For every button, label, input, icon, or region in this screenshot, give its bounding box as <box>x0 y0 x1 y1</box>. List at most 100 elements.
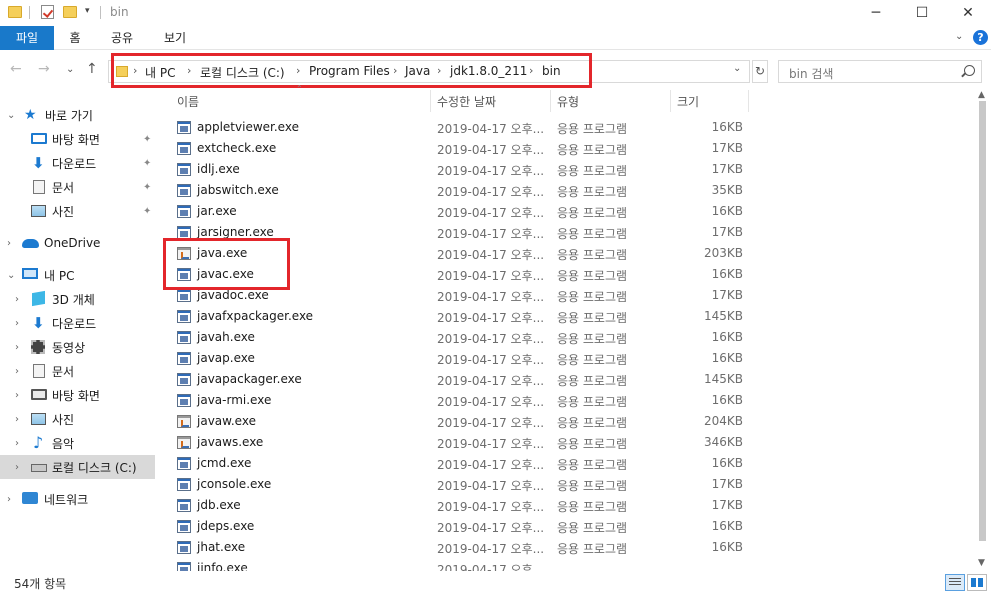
ribbon-expand-icon[interactable]: ⌄ <box>955 31 963 42</box>
file-size: 16KB <box>711 267 743 281</box>
file-type: 응용 프로그램 <box>557 395 628 409</box>
table-row[interactable]: jarsigner.exe 2019-04-17 오후... 응용 프로그램 17KB <box>0 223 991 244</box>
application-icon <box>177 184 191 197</box>
column-header-type[interactable]: 유형 <box>557 93 579 115</box>
table-row[interactable]: jcmd.exe 2019-04-17 오후... 응용 프로그램 16KB <box>0 454 991 475</box>
search-input[interactable]: bin 검색 <box>778 60 982 83</box>
tab-view[interactable]: 보기 <box>157 26 193 50</box>
file-size: 204KB <box>703 414 743 428</box>
file-date: 2019-04-17 오후... <box>437 458 545 472</box>
application-icon <box>177 163 191 176</box>
maximize-button[interactable]: ☐ <box>899 0 945 26</box>
table-row[interactable]: jabswitch.exe 2019-04-17 오후... 응용 프로그램 35KB <box>0 181 991 202</box>
file-type: 응용 프로그램 <box>557 164 628 178</box>
new-folder-icon[interactable] <box>63 5 77 19</box>
file-date: 2019-04-17 오후... <box>437 227 545 241</box>
file-type: 응용 프로그램 <box>557 311 628 325</box>
table-row[interactable]: idlj.exe 2019-04-17 오후... 응용 프로그램 17KB <box>0 160 991 181</box>
file-name: jhat.exe <box>197 540 246 554</box>
quick-access-dropdown-icon[interactable]: ▾ <box>85 6 90 16</box>
close-button[interactable]: ✕ <box>945 0 991 26</box>
address-dropdown-icon[interactable]: ⌄ <box>733 63 741 74</box>
file-name: idlj.exe <box>197 162 240 176</box>
file-date: 2019-04-17 오후... <box>437 374 545 388</box>
tab-share[interactable]: 공유 <box>104 26 140 50</box>
application-icon <box>177 121 191 134</box>
application-icon <box>177 289 191 302</box>
file-name: jdb.exe <box>197 498 241 512</box>
file-name: javah.exe <box>197 330 255 344</box>
tab-file[interactable]: 파일 <box>0 26 54 50</box>
column-header-size[interactable]: 크기 <box>677 93 699 115</box>
refresh-button[interactable]: ↻ <box>752 60 768 83</box>
table-row[interactable]: jhat.exe 2019-04-17 오후... 응용 프로그램 16KB <box>0 538 991 559</box>
large-icons-view-icon <box>971 578 983 587</box>
help-icon[interactable]: ? <box>973 30 988 45</box>
details-view-button[interactable] <box>945 574 965 591</box>
file-size: 16KB <box>711 456 743 470</box>
table-row[interactable]: jconsole.exe 2019-04-17 오후... 응용 프로그램 17KB <box>0 475 991 496</box>
table-row[interactable]: java.exe 2019-04-17 오후... 응용 프로그램 203KB <box>0 244 991 265</box>
scrollbar-thumb[interactable] <box>979 101 986 541</box>
application-icon <box>177 310 191 323</box>
tab-home[interactable]: 홈 <box>62 26 88 50</box>
file-name: jdeps.exe <box>197 519 255 533</box>
file-date: 2019-04-17 오후... <box>437 332 545 346</box>
file-type: 응용 프로그램 <box>557 458 628 472</box>
file-date: 2019-04-17 오후... <box>437 248 545 262</box>
table-row[interactable]: extcheck.exe 2019-04-17 오후... 응용 프로그램 17KB <box>0 139 991 160</box>
file-date: 2019-04-17 오후... <box>437 311 545 325</box>
java-app-icon <box>177 415 191 428</box>
search-icon[interactable] <box>964 65 975 76</box>
application-icon <box>177 373 191 386</box>
file-type: 응용 프로그램 <box>557 206 628 220</box>
file-type: 응용 프로그램 <box>557 353 628 367</box>
title-bar: ▾ bin ─ ☐ ✕ <box>0 0 991 26</box>
column-divider[interactable] <box>748 90 749 112</box>
table-row[interactable]: javaws.exe 2019-04-17 오후... 응용 프로그램 346KB <box>0 433 991 454</box>
table-row[interactable]: javaw.exe 2019-04-17 오후... 응용 프로그램 204KB <box>0 412 991 433</box>
table-row[interactable]: javah.exe 2019-04-17 오후... 응용 프로그램 16KB <box>0 328 991 349</box>
file-date: 2019-04-17 오후... <box>437 521 545 535</box>
up-button[interactable]: ↑ <box>86 61 98 77</box>
table-row[interactable]: javac.exe 2019-04-17 오후... 응용 프로그램 16KB <box>0 265 991 286</box>
highlight-box-java <box>163 238 290 290</box>
column-divider[interactable] <box>670 90 671 112</box>
scroll-down-icon[interactable]: ▼ <box>978 558 985 568</box>
file-date: 2019-04-17 오후... <box>437 353 545 367</box>
column-header-date[interactable]: 수정한 날짜 <box>437 93 496 115</box>
table-row[interactable]: javap.exe 2019-04-17 오후... 응용 프로그램 16KB <box>0 349 991 370</box>
file-type: 응용 프로그램 <box>557 521 628 535</box>
file-type: 응용 프로그램 <box>557 437 628 451</box>
file-date: 2019-04-17 오후... <box>437 143 545 157</box>
column-divider[interactable] <box>550 90 551 112</box>
file-date: 2019-04-17 오후... <box>437 479 545 493</box>
table-row[interactable]: jar.exe 2019-04-17 오후... 응용 프로그램 16KB <box>0 202 991 223</box>
table-row[interactable]: appletviewer.exe 2019-04-17 오후... 응용 프로그램 1… <box>0 118 991 139</box>
recent-locations-button[interactable]: ⌄ <box>66 64 74 75</box>
file-size: 16KB <box>711 120 743 134</box>
file-date: 2019-04-17 오후... <box>437 269 545 283</box>
file-size: 346KB <box>703 435 743 449</box>
back-button[interactable]: ← <box>10 61 22 77</box>
properties-icon[interactable] <box>41 5 55 19</box>
application-icon <box>177 541 191 554</box>
file-type: 응용 프로그램 <box>557 185 628 199</box>
table-row[interactable]: jdeps.exe 2019-04-17 오후... 응용 프로그램 16KB <box>0 517 991 538</box>
table-row[interactable]: javadoc.exe 2019-04-17 오후... 응용 프로그램 17KB <box>0 286 991 307</box>
file-name: extcheck.exe <box>197 141 277 155</box>
table-row[interactable]: java-rmi.exe 2019-04-17 오후... 응용 프로그램 16KB <box>0 391 991 412</box>
table-row[interactable]: javapackager.exe 2019-04-17 오후... 응용 프로그램 1… <box>0 370 991 391</box>
scroll-up-icon[interactable]: ▲ <box>978 90 985 100</box>
table-row[interactable]: javafxpackager.exe 2019-04-17 오후... 응용 프로그… <box>0 307 991 328</box>
application-icon <box>177 499 191 512</box>
application-icon <box>177 394 191 407</box>
table-row[interactable]: jdb.exe 2019-04-17 오후... 응용 프로그램 17KB <box>0 496 991 517</box>
file-name: jconsole.exe <box>197 477 272 491</box>
file-date: 2019-04-17 오후... <box>437 500 545 514</box>
column-divider[interactable] <box>430 90 431 112</box>
forward-button[interactable]: → <box>38 61 50 77</box>
minimize-button[interactable]: ─ <box>853 0 899 26</box>
column-header-name[interactable]: 이름 <box>177 93 199 115</box>
large-icons-view-button[interactable] <box>967 574 987 591</box>
